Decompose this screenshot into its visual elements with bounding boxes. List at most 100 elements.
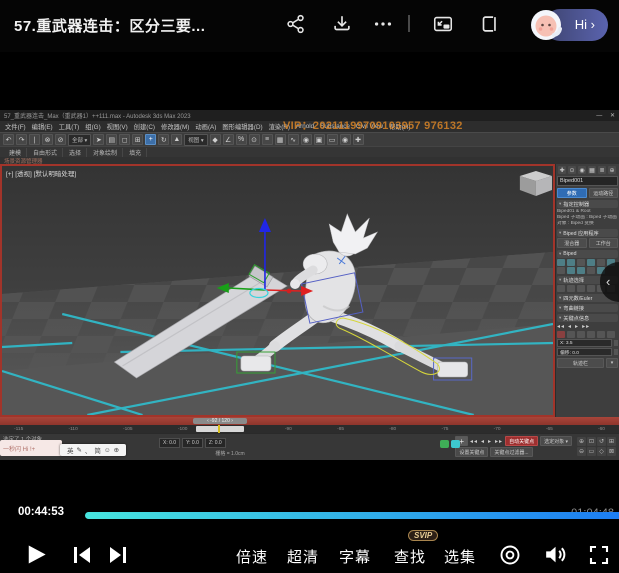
max-menu-item[interactable]: 编辑(E) <box>32 122 53 131</box>
current-frame-caret[interactable] <box>218 425 220 433</box>
motion-path-button[interactable]: 运动路径 <box>589 188 619 198</box>
set-key-button[interactable]: 设置关键点 <box>455 447 488 457</box>
track-bar-ruler[interactable]: -115-110-105-100-95-90-85-80-75-70-65-60 <box>0 425 619 433</box>
perspective-viewport[interactable]: [+] [透视] [默认明暗处理] <box>0 164 555 417</box>
nav-icon[interactable]: ↺ <box>597 437 606 446</box>
nav-icon[interactable]: ◇ <box>597 447 606 456</box>
key-nav-arrow[interactable]: ◂◂ <box>557 323 565 330</box>
key-info-field[interactable]: X: 3.5 <box>557 339 618 347</box>
play-button[interactable] <box>22 541 49 573</box>
ribbon-tab[interactable]: 建模 <box>4 148 27 157</box>
ribbon-tab[interactable]: 选择 <box>64 148 87 157</box>
parameters-button[interactable]: 参数 <box>557 188 587 198</box>
panel-tab-icon[interactable]: ✚ <box>558 166 566 174</box>
toolbar-icon[interactable]: ∠ <box>223 134 234 145</box>
toolbar-icon[interactable]: ▲ <box>171 134 182 145</box>
selection-set-dropdown[interactable]: 选定对象 ▾ <box>540 436 572 446</box>
max-menu-item[interactable]: 动画(A) <box>195 122 216 131</box>
ime-icon[interactable]: 英 <box>67 445 74 455</box>
toolbar-icon[interactable]: ✚ <box>353 134 364 145</box>
key-dropdown[interactable]: ▾ <box>606 358 618 368</box>
object-name-field[interactable]: Biped001 <box>557 176 618 186</box>
coordinate-field[interactable]: Y: 0.0 <box>182 438 203 448</box>
toolbar-icon[interactable]: ◉ <box>340 134 351 145</box>
nav-icon[interactable]: ⊞ <box>607 437 616 446</box>
panel-tab-icon[interactable]: ◉ <box>578 166 586 174</box>
more-icon[interactable] <box>372 13 394 35</box>
reference-coordsys-dropdown[interactable]: 视图 ▾ <box>184 134 207 146</box>
toolbar-icon[interactable]: ▭ <box>327 134 338 145</box>
record-icon[interactable] <box>498 543 522 572</box>
toolbar-icon[interactable]: ▦ <box>275 134 286 145</box>
ribbon-tab[interactable]: 自由形式 <box>28 148 63 157</box>
rollout-key-info[interactable]: 关键点信息 <box>557 314 618 322</box>
panel-tab-icon[interactable]: ⊙ <box>568 166 576 174</box>
toolbar-icon[interactable]: ⊞ <box>132 134 143 145</box>
coordinate-field[interactable]: X: 0.0 <box>159 438 180 448</box>
episodes-button[interactable]: 选集 <box>444 546 476 567</box>
rollout-biped-apps[interactable]: Biped 应用程序 <box>557 229 618 237</box>
share-icon[interactable] <box>285 13 307 35</box>
playback-button[interactable]: ◂◂ <box>470 438 478 445</box>
playback-button[interactable]: ▸▸ <box>495 438 503 445</box>
key-nav-arrow[interactable]: ▸ <box>575 323 579 330</box>
toolbar-icon[interactable]: ∣ <box>29 134 40 145</box>
toolbar-icon[interactable]: ▤ <box>106 134 117 145</box>
quality-button[interactable]: 超清 <box>287 546 319 567</box>
toolbar-icon[interactable]: ⊙ <box>249 134 260 145</box>
rollout-bend-links[interactable]: 弯曲链接 <box>557 304 618 312</box>
nav-icon[interactable]: ⊖ <box>577 447 586 456</box>
ribbon-tab[interactable]: 填充 <box>124 148 147 157</box>
close-icon[interactable]: ✕ <box>610 113 615 119</box>
panel-tab-icon[interactable]: ▦ <box>588 166 596 174</box>
ime-icon[interactable]: 、 <box>85 445 92 455</box>
toolbar-icon[interactable]: ◻ <box>119 134 130 145</box>
toolbar-icon[interactable]: ↻ <box>158 134 169 145</box>
nav-icon[interactable]: ⊕ <box>577 437 586 446</box>
account-avatar-pill[interactable]: Hi › <box>528 7 608 43</box>
panel-tab-icon[interactable]: ⊕ <box>608 166 616 174</box>
max-menu-item[interactable]: 组(G) <box>85 122 100 131</box>
toolbar-icon[interactable]: ↶ <box>3 134 14 145</box>
max-menu-item[interactable]: 视图(V) <box>107 122 128 131</box>
max-menu-item[interactable]: 文件(F) <box>5 122 26 131</box>
toolbar-icon[interactable]: ◉ <box>301 134 312 145</box>
key-info-field[interactable]: 偏移: 0.0 <box>557 348 618 356</box>
time-slider-handle[interactable]: ‹ -92 / 120 › <box>193 418 247 424</box>
fullscreen-icon[interactable] <box>587 543 611 572</box>
key-tool-icons[interactable] <box>557 331 618 338</box>
biped-app-button[interactable]: 工作台 <box>589 238 619 248</box>
toolbar-icon[interactable]: + <box>145 134 156 145</box>
ime-icon[interactable]: ☺ <box>104 447 111 454</box>
rollout-biped[interactable]: Biped <box>557 250 618 258</box>
max-menu-item[interactable]: 修改器(M) <box>161 122 189 131</box>
key-nav-arrow[interactable]: ◂ <box>568 323 572 330</box>
next-episode-button[interactable] <box>106 543 130 572</box>
nav-icon[interactable]: ⊠ <box>607 447 616 456</box>
toolbar-icon[interactable]: ↷ <box>16 134 27 145</box>
picture-in-picture-icon[interactable] <box>432 13 454 35</box>
download-icon[interactable] <box>331 13 353 35</box>
viewport-label[interactable]: [+] [透视] [默认明暗处理] <box>6 168 76 178</box>
minimize-icon[interactable]: — <box>596 113 602 119</box>
selection-filter-dropdown[interactable]: 全部 ▾ <box>68 134 91 146</box>
nav-icon[interactable]: ⊡ <box>587 437 596 446</box>
key-filters-button[interactable]: 关键点过滤器... <box>490 447 532 457</box>
toolbar-icon[interactable]: ⊘ <box>55 134 66 145</box>
ime-icon[interactable]: ⊕ <box>114 446 119 454</box>
volume-icon[interactable] <box>542 542 567 572</box>
mini-player-icon[interactable] <box>478 13 500 35</box>
toolbar-icon[interactable]: ≡ <box>262 134 273 145</box>
ime-icon[interactable]: 简 <box>94 445 101 455</box>
time-slider-bar[interactable]: ‹ -92 / 120 › <box>0 417 619 425</box>
toolbar-icon[interactable]: ⊗ <box>42 134 53 145</box>
toolbar-icon[interactable]: ∿ <box>288 134 299 145</box>
toolbar-icon[interactable]: ◆ <box>210 134 221 145</box>
subtitles-button[interactable]: 字幕 <box>339 546 371 567</box>
toolbar-icon[interactable]: ▣ <box>314 134 325 145</box>
coordinate-field[interactable]: Z: 0.0 <box>205 438 226 448</box>
toolbar-icon[interactable]: ➤ <box>93 134 104 145</box>
nav-icon[interactable]: ▭ <box>587 447 596 456</box>
trackbar-button[interactable]: 轨迹栏 <box>557 358 604 368</box>
auto-key-button[interactable]: 自动关键点 <box>505 436 538 446</box>
